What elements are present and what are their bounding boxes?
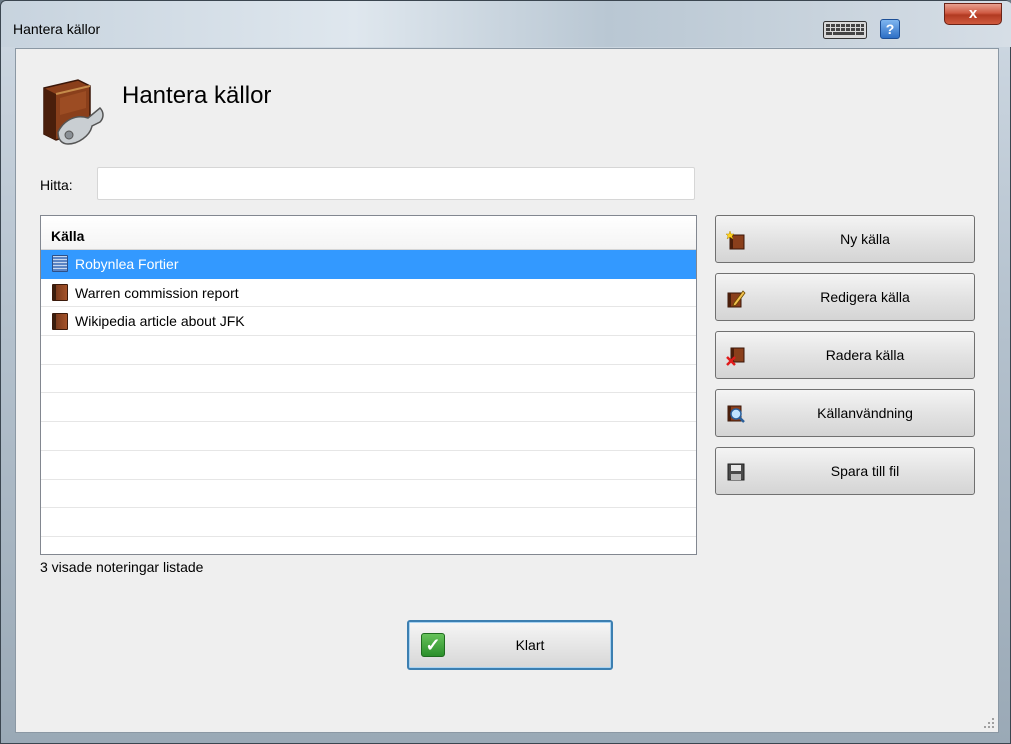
book-icon <box>52 312 68 330</box>
keyboard-icon[interactable] <box>823 21 867 39</box>
save-to-file-label: Spara till fil <box>830 463 900 479</box>
empty-row <box>41 365 696 394</box>
list-item-label: Robynlea Fortier <box>75 255 179 272</box>
delete-source-button[interactable]: Radera källa <box>715 331 975 379</box>
list-item[interactable]: Robynlea Fortier <box>41 250 696 279</box>
close-icon: x <box>968 5 978 22</box>
empty-row <box>41 508 696 537</box>
save-to-file-icon <box>727 463 745 481</box>
book-icon <box>52 255 68 273</box>
sources-list[interactable]: Källa Robynlea Fortier Warren commission… <box>40 215 697 555</box>
list-item[interactable]: Warren commission report <box>41 279 696 308</box>
empty-row <box>41 336 696 365</box>
empty-row <box>41 451 696 480</box>
edit-source-button[interactable]: Redigera källa <box>715 273 975 321</box>
edit-source-label: Redigera källa <box>820 289 910 305</box>
title-bar[interactable]: Hantera källor ? x <box>1 1 1011 47</box>
source-usage-icon <box>727 405 745 423</box>
edit-source-icon <box>727 290 746 308</box>
source-book-wrench-icon <box>43 79 104 145</box>
empty-row <box>41 422 696 451</box>
new-source-label: Ny källa <box>840 231 890 247</box>
find-input[interactable] <box>97 167 695 200</box>
new-source-icon <box>726 230 745 250</box>
list-item-label: Wikipedia article about JFK <box>75 313 245 330</box>
list-item-label: Warren commission report <box>75 284 239 301</box>
delete-source-label: Radera källa <box>825 347 905 363</box>
done-button[interactable]: ✓ Klart <box>407 620 613 670</box>
list-item[interactable]: Wikipedia article about JFK <box>41 307 696 337</box>
empty-row <box>41 480 696 509</box>
new-source-button[interactable]: Ny källa <box>715 215 975 263</box>
dialog-client-area: Hantera källor Hitta: Källa Robynlea For… <box>15 48 999 733</box>
source-usage-label: Källanvändning <box>817 405 913 421</box>
page-title: Hantera källor <box>122 82 272 109</box>
delete-source-icon <box>726 347 745 366</box>
empty-row <box>41 393 696 423</box>
window-title: Hantera källor <box>13 21 101 37</box>
checkmark-icon: ✓ <box>421 633 445 657</box>
done-label: Klart <box>515 637 545 653</box>
close-button[interactable]: x <box>944 3 1002 25</box>
dialog-window: Hantera källor ? x Hantera källor Hitta: <box>0 0 1011 744</box>
book-icon <box>52 284 68 302</box>
resize-grip-icon[interactable] <box>983 717 995 729</box>
column-header-source[interactable]: Källa <box>41 216 696 250</box>
help-icon[interactable]: ? <box>880 19 900 39</box>
source-usage-button[interactable]: Källanvändning <box>715 389 975 437</box>
find-label: Hitta: <box>40 177 73 193</box>
status-text: 3 visade noteringar listade <box>40 559 204 575</box>
save-to-file-button[interactable]: Spara till fil <box>715 447 975 495</box>
